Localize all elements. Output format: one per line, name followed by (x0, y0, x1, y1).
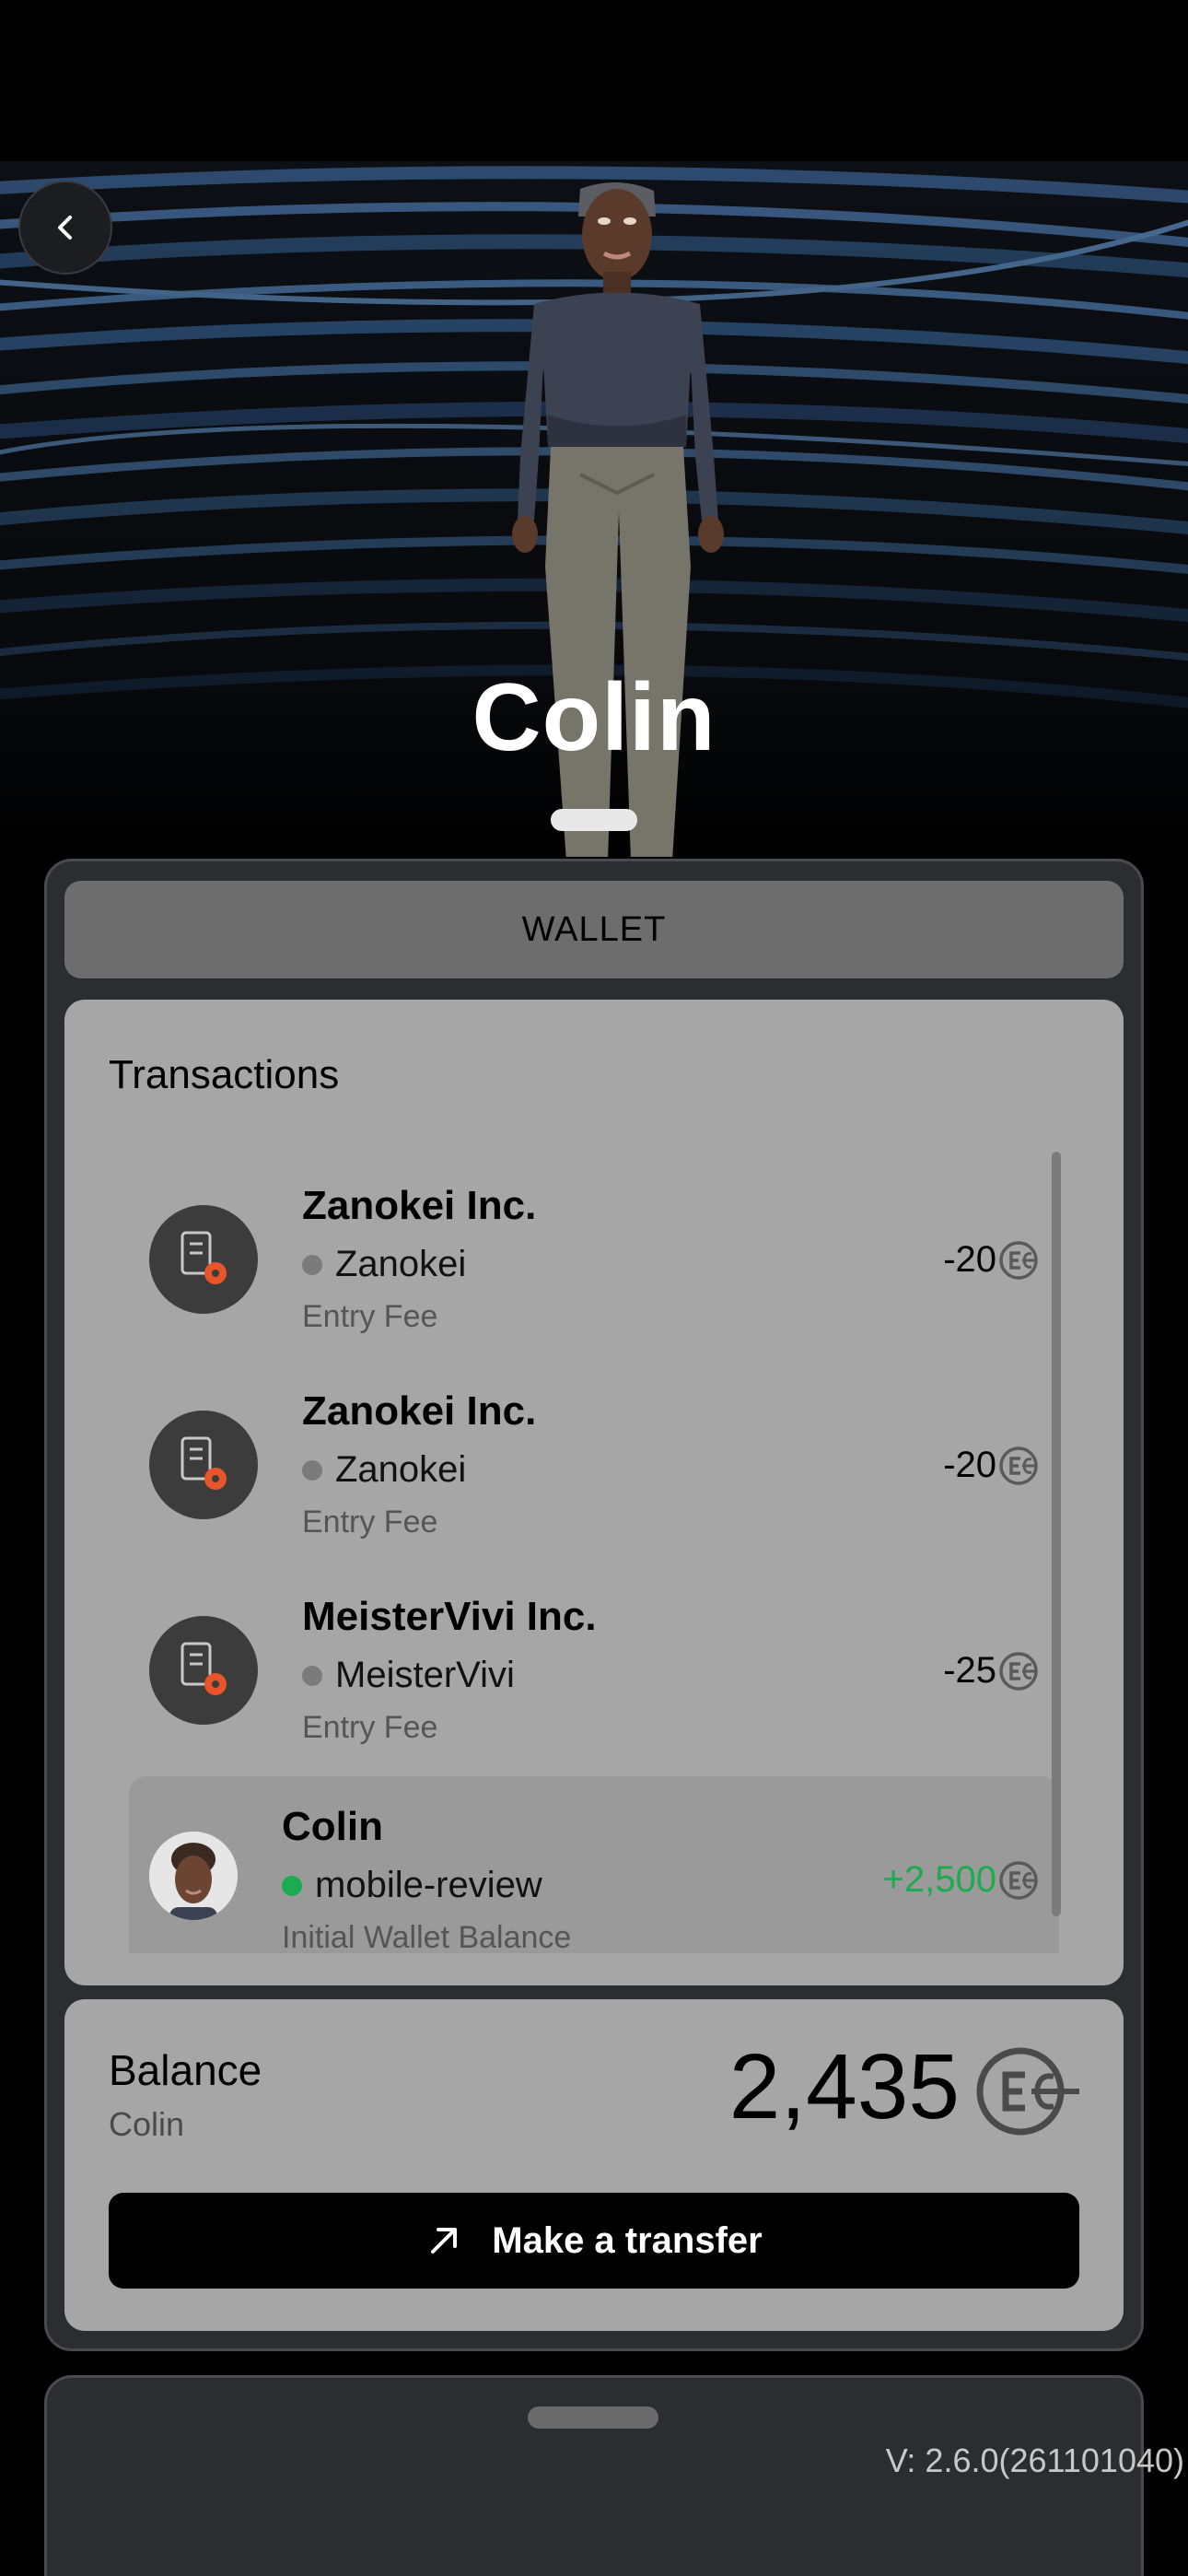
avatar-hero: Colin (0, 0, 1188, 857)
transaction-source-label: mobile-review (315, 1865, 542, 1905)
transaction-amount: +2,500 (882, 1859, 996, 1900)
transaction-amount: -20 (943, 1239, 996, 1280)
transaction-source-label: MeisterVivi (335, 1655, 515, 1695)
transaction-source: Zanokei (302, 1449, 466, 1491)
chevron-left-icon (58, 216, 72, 240)
balance-user: Colin (109, 2105, 185, 2143)
transaction-name: Zanokei Inc. (302, 1388, 537, 1434)
tab-wallet[interactable]: WALLET (64, 881, 1124, 978)
company-icon (149, 1411, 258, 1519)
transaction-description: Entry Fee (302, 1299, 438, 1334)
transaction-name: Zanokei Inc. (302, 1183, 537, 1228)
make-transfer-button[interactable]: Make a transfer (109, 2193, 1079, 2289)
company-icon (149, 1205, 258, 1314)
version-label: V: 2.6.0(261101040) (885, 2441, 1184, 2479)
coin-icon (976, 2047, 1079, 2136)
make-transfer-label: Make a transfer (492, 2219, 763, 2261)
player-name: Colin (472, 664, 716, 771)
sheet-drag-handle[interactable] (551, 809, 637, 831)
list-item[interactable]: MeisterVivi Inc. MeisterVivi Entry Fee -… (129, 1572, 1059, 1770)
transactions-list[interactable]: Zanokei Inc. Zanokei Entry Fee -20 Zanok… (129, 1161, 1059, 1953)
back-button[interactable] (18, 181, 112, 275)
list-item[interactable]: Zanokei Inc. Zanokei Entry Fee -20 (129, 1366, 1059, 1564)
balance-label: Balance (109, 2046, 262, 2094)
balance-amount: 2,435 (728, 2035, 960, 2138)
transaction-source: Zanokei (302, 1244, 466, 1285)
transaction-name: Colin (282, 1804, 383, 1849)
balance-card: Balance Colin 2,435 Make a transfer (64, 1999, 1124, 2331)
transaction-source-label: Zanokei (335, 1244, 467, 1284)
coin-icon (999, 1241, 1038, 1280)
transaction-amount: -20 (943, 1445, 996, 1485)
transaction-source: mobile-review (282, 1865, 542, 1906)
transactions-card: Transactions Zanokei Inc. Zanokei Entry … (64, 1000, 1124, 1985)
list-item[interactable]: Zanokei Inc. Zanokei Entry Fee -20 (129, 1161, 1059, 1359)
transaction-amount: -25 (943, 1650, 996, 1691)
status-dot (302, 1254, 322, 1275)
transaction-source: MeisterVivi (302, 1655, 515, 1696)
coin-icon (999, 1652, 1038, 1691)
arrow-up-right-icon (431, 2228, 458, 2254)
transaction-name: MeisterVivi Inc. (302, 1594, 597, 1639)
transaction-description: Entry Fee (302, 1505, 438, 1540)
company-icon (149, 1616, 258, 1725)
status-dot (282, 1875, 302, 1896)
transaction-description: Entry Fee (302, 1710, 438, 1745)
transactions-title: Transactions (109, 1052, 340, 1097)
coin-icon (999, 1446, 1038, 1485)
coin-icon (999, 1861, 1038, 1900)
list-item[interactable]: Colin mobile-review Initial Wallet Balan… (129, 1776, 1059, 1953)
user-avatar (149, 1832, 238, 1920)
transactions-scrollbar[interactable] (1052, 1152, 1061, 1916)
bottom-sheet-handle[interactable] (528, 2406, 658, 2429)
status-dot (302, 1665, 322, 1686)
status-dot (302, 1459, 322, 1481)
transaction-source-label: Zanokei (335, 1449, 467, 1490)
transaction-description: Initial Wallet Balance (282, 1920, 572, 1953)
